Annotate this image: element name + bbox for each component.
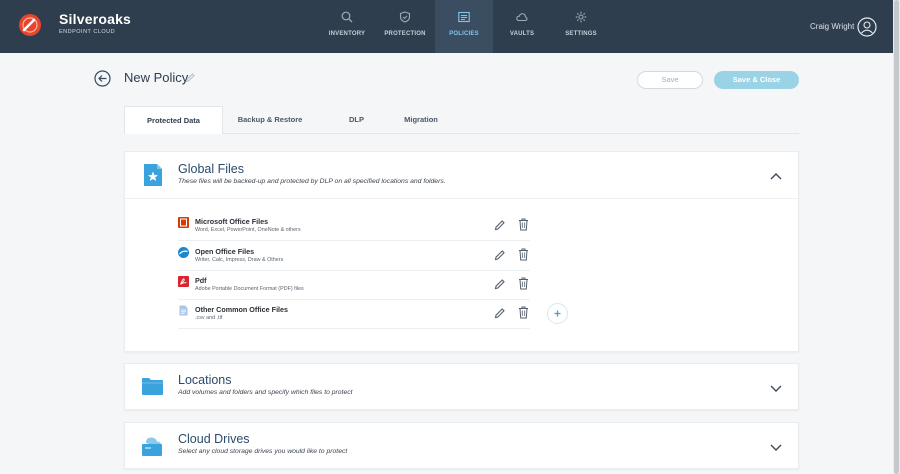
card-subtitle: Add volumes and folders and specify whic… (178, 389, 353, 396)
edit-icon[interactable] (494, 278, 506, 290)
scrollbar-thumb[interactable] (894, 0, 899, 474)
file-type-description: Writer, Calc, Impress, Draw & Others (195, 257, 284, 263)
cloud-drives-card: Cloud Drives Select any cloud storage dr… (124, 422, 799, 469)
user-name[interactable]: Craig Wright (810, 22, 854, 31)
edit-icon[interactable] (494, 219, 506, 231)
pdf-icon (178, 276, 189, 287)
tab-backup-restore[interactable]: Backup & Restore (230, 106, 310, 134)
file-type-description: Word, Excel, PowerPoint, OneNote & other… (195, 227, 301, 233)
page-title: New Policy (124, 70, 189, 85)
tab-protected-data[interactable]: Protected Data (124, 106, 223, 134)
chevron-down-icon[interactable] (770, 385, 782, 393)
nav-vaults[interactable]: VAULTS (493, 0, 551, 53)
nav-label: INVENTORY (328, 31, 366, 37)
file-type-row: Open Office Files Writer, Calc, Impress,… (178, 242, 530, 271)
edit-icon[interactable] (494, 249, 506, 261)
nav-label: PROTECTION (384, 31, 426, 37)
trash-icon[interactable] (518, 306, 529, 319)
file-type-name: Other Common Office Files (195, 305, 289, 314)
file-type-name: Pdf (195, 276, 207, 285)
trash-icon[interactable] (518, 218, 529, 231)
brand-name: Silveroaks (59, 11, 132, 27)
nav-protection[interactable]: PROTECTION (376, 0, 434, 53)
trash-icon[interactable] (518, 248, 529, 261)
starred-file-icon (144, 164, 162, 186)
card-subtitle: These files will be backed-up and protec… (178, 178, 446, 185)
back-arrow-icon[interactable] (94, 70, 111, 87)
card-subtitle: Select any cloud storage drives you woul… (178, 448, 348, 455)
card-title: Locations (178, 373, 232, 387)
file-type-name: Open Office Files (195, 247, 255, 256)
nav-label: POLICIES (449, 31, 479, 37)
shield-icon (399, 11, 411, 23)
divider (125, 198, 798, 199)
search-icon (341, 11, 353, 23)
file-type-row: Microsoft Office Files Word, Excel, Powe… (178, 212, 530, 241)
tab-dlp[interactable]: DLP (339, 106, 374, 134)
nav-label: SETTINGS (565, 31, 597, 37)
document-icon (179, 305, 188, 316)
nav-label: VAULTS (509, 31, 535, 37)
openoffice-icon (178, 247, 189, 258)
save-and-close-button[interactable]: Save & Close (714, 71, 799, 89)
tab-migration[interactable]: Migration (394, 106, 448, 134)
cloud-drive-icon (142, 437, 162, 456)
edit-icon[interactable] (494, 307, 506, 319)
office-icon (178, 217, 189, 228)
file-type-description: .csv and .tif (195, 315, 223, 321)
save-button[interactable]: Save (637, 71, 703, 89)
nav-inventory[interactable]: INVENTORY (318, 0, 376, 53)
add-file-type-button[interactable] (547, 303, 568, 324)
global-files-card: Global Files These files will be backed-… (124, 151, 799, 352)
logo-icon[interactable] (18, 13, 42, 37)
gear-icon (575, 11, 587, 23)
pencil-icon[interactable] (185, 72, 196, 83)
chevron-up-icon[interactable] (770, 172, 782, 180)
chevron-down-icon[interactable] (770, 444, 782, 452)
file-type-row: Other Common Office Files .csv and .tif (178, 300, 530, 329)
plus-icon (554, 310, 561, 317)
brand-tagline: ENDPOINT CLOUD (59, 29, 116, 35)
trash-icon[interactable] (518, 277, 529, 290)
file-type-description: Adobe Portable Document Format (PDF) fil… (195, 286, 304, 292)
policies-icon (458, 11, 470, 23)
card-title: Cloud Drives (178, 432, 250, 446)
nav-settings[interactable]: SETTINGS (552, 0, 610, 53)
nav-policies[interactable]: POLICIES (435, 0, 493, 53)
file-type-row: Pdf Adobe Portable Document Format (PDF)… (178, 271, 530, 300)
tab-bar: Protected Data Backup & Restore DLP Migr… (124, 106, 799, 134)
cloud-icon (516, 13, 528, 21)
card-title: Global Files (178, 162, 244, 176)
file-type-name: Microsoft Office Files (195, 217, 269, 226)
user-avatar-icon[interactable] (857, 17, 877, 37)
locations-card: Locations Add volumes and folders and sp… (124, 363, 799, 410)
top-navigation-bar: Silveroaks ENDPOINT CLOUD INVENTORY PROT… (0, 0, 893, 53)
folder-icon (142, 378, 163, 395)
